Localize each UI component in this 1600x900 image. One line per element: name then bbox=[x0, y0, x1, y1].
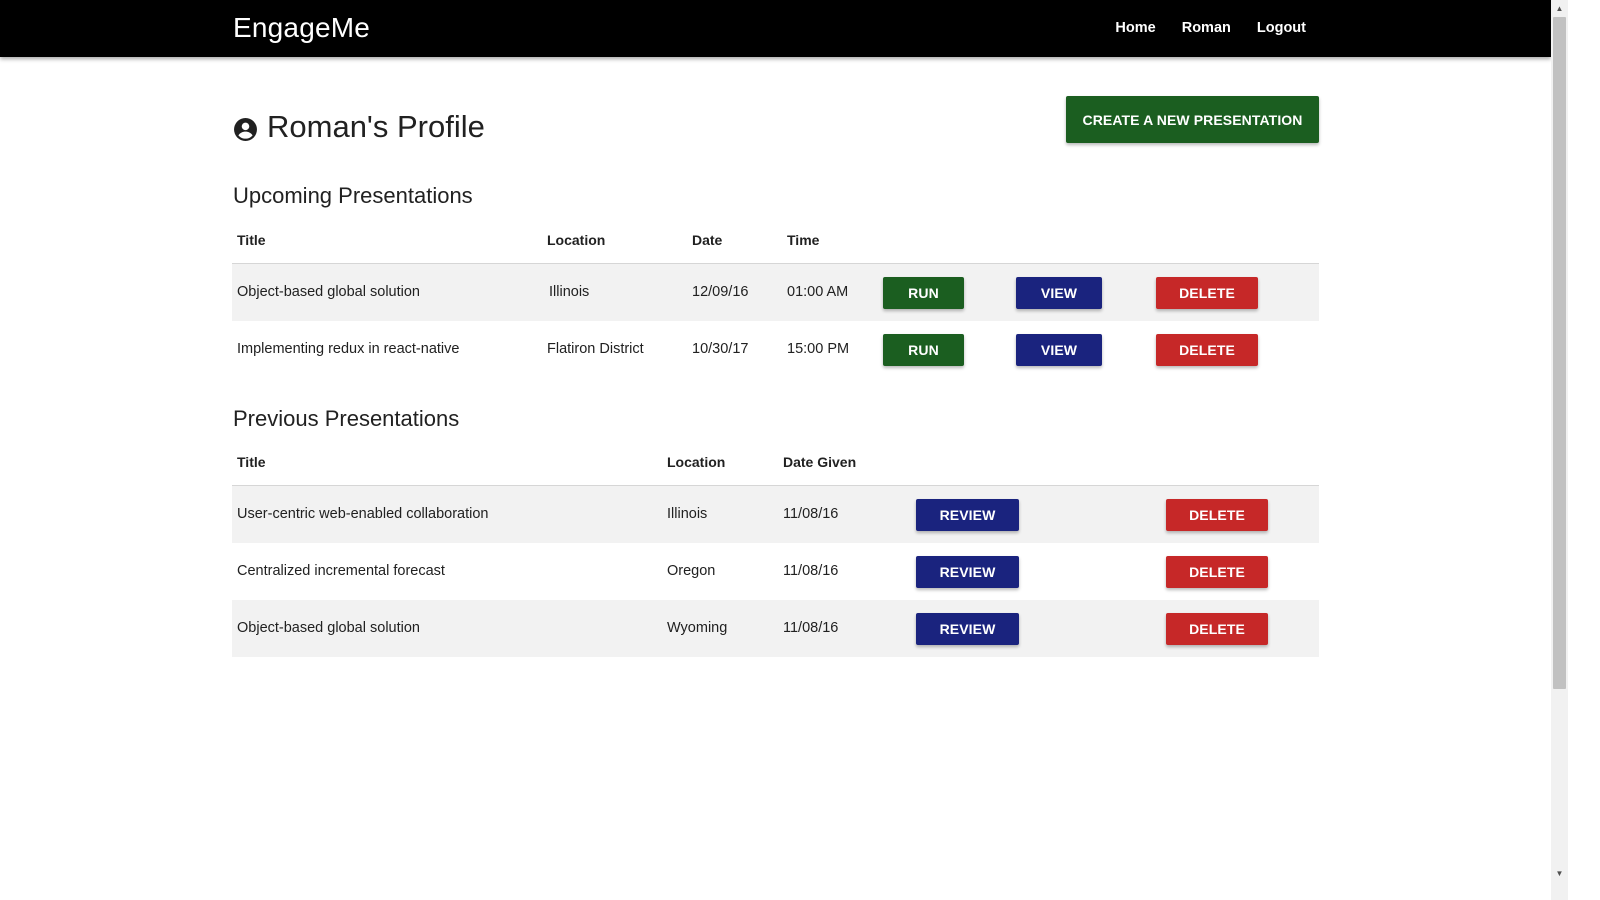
brand-logo-link[interactable]: EngageMe bbox=[233, 12, 370, 44]
presentation-location: Illinois bbox=[667, 506, 708, 522]
upcoming-presentations-table: Title Location Date Time Object-based gl… bbox=[232, 217, 1319, 378]
presentation-date-given: 11/08/16 bbox=[783, 563, 839, 579]
presentation-date-given: 11/08/16 bbox=[783, 506, 839, 522]
presentation-time: 01:00 AM bbox=[787, 284, 849, 300]
delete-button[interactable]: DELETE bbox=[1156, 277, 1258, 309]
column-header-title: Title bbox=[237, 454, 266, 470]
table-header: Title Location Date Time bbox=[232, 217, 1319, 264]
delete-button[interactable]: DELETE bbox=[1166, 499, 1268, 531]
page: EngageMe Home Roman Logout ▲ ▼ Roman's P… bbox=[0, 0, 1600, 900]
scroll-up-arrow-icon[interactable]: ▲ bbox=[1551, 0, 1568, 17]
column-header-location: Location bbox=[547, 232, 606, 248]
previous-presentations-table: Title Location Date Given User-centric w… bbox=[232, 439, 1319, 657]
column-header-location: Location bbox=[667, 454, 726, 470]
column-header-date-given: Date Given bbox=[783, 454, 857, 470]
nav-home-link[interactable]: Home bbox=[1115, 18, 1155, 38]
view-button[interactable]: VIEW bbox=[1016, 334, 1102, 366]
column-header-title: Title bbox=[237, 232, 266, 248]
presentation-title: Object-based global solution bbox=[237, 284, 420, 300]
presentation-title: Object-based global solution bbox=[237, 620, 420, 636]
nav-links: Home Roman Logout bbox=[1115, 18, 1306, 38]
nav-logout-link[interactable]: Logout bbox=[1257, 18, 1306, 38]
review-button[interactable]: REVIEW bbox=[916, 499, 1019, 531]
run-button[interactable]: RUN bbox=[883, 334, 964, 366]
previous-presentations-heading: Previous Presentations bbox=[233, 406, 460, 431]
top-navbar: EngageMe Home Roman Logout bbox=[0, 0, 1551, 57]
table-row: Implementing redux in react-native Flati… bbox=[232, 321, 1319, 378]
presentation-date: 10/30/17 bbox=[692, 341, 749, 357]
review-button[interactable]: REVIEW bbox=[916, 613, 1019, 645]
presentation-title: Centralized incremental forecast bbox=[237, 563, 445, 579]
presentation-location: Wyoming bbox=[667, 620, 728, 636]
run-button[interactable]: RUN bbox=[883, 277, 964, 309]
create-presentation-button[interactable]: CREATE A NEW PRESENTATION bbox=[1066, 96, 1319, 143]
account-circle-icon bbox=[233, 117, 258, 142]
scrollbar-thumb[interactable] bbox=[1553, 17, 1566, 689]
view-button[interactable]: VIEW bbox=[1016, 277, 1102, 309]
table-row: User-centric web-enabled collaboration I… bbox=[232, 486, 1319, 543]
column-header-time: Time bbox=[787, 232, 820, 248]
presentation-title: Implementing redux in react-native bbox=[237, 341, 460, 357]
page-title: Roman's Profile bbox=[267, 109, 485, 144]
presentation-date: 12/09/16 bbox=[692, 284, 749, 300]
presentation-location: Flatiron District bbox=[547, 341, 644, 357]
table-row: Object-based global solution Illinois 12… bbox=[232, 264, 1319, 321]
scroll-down-arrow-icon[interactable]: ▼ bbox=[1551, 865, 1568, 882]
presentation-time: 15:00 PM bbox=[787, 341, 850, 357]
presentation-date-given: 11/08/16 bbox=[783, 620, 839, 636]
profile-heading: Roman's Profile bbox=[233, 107, 485, 147]
nav-user-link[interactable]: Roman bbox=[1182, 18, 1231, 38]
table-row: Object-based global solution Wyoming 11/… bbox=[232, 600, 1319, 657]
presentation-location: Oregon bbox=[667, 563, 716, 579]
table-header: Title Location Date Given bbox=[232, 439, 1319, 486]
delete-button[interactable]: DELETE bbox=[1166, 613, 1268, 645]
upcoming-presentations-heading: Upcoming Presentations bbox=[233, 183, 473, 208]
review-button[interactable]: REVIEW bbox=[916, 556, 1019, 588]
presentation-location: Illinois bbox=[549, 284, 590, 300]
column-header-date: Date bbox=[692, 232, 723, 248]
table-row: Centralized incremental forecast Oregon … bbox=[232, 543, 1319, 600]
vertical-scrollbar[interactable]: ▲ ▼ bbox=[1551, 0, 1568, 900]
delete-button[interactable]: DELETE bbox=[1166, 556, 1268, 588]
presentation-title: User-centric web-enabled collaboration bbox=[237, 506, 489, 522]
delete-button[interactable]: DELETE bbox=[1156, 334, 1258, 366]
